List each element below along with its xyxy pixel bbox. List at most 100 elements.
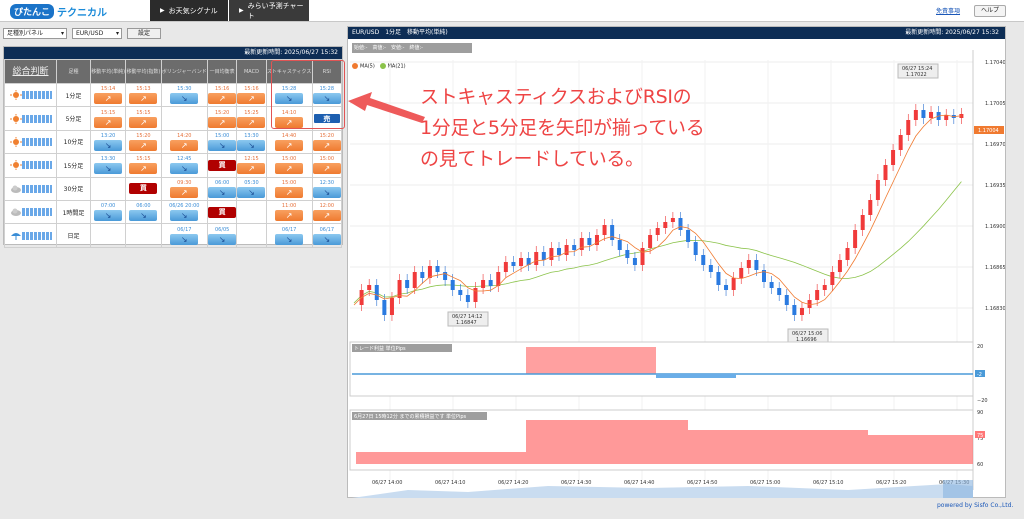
arrow-up-icon[interactable]: ↗ xyxy=(170,186,199,198)
header-0[interactable]: 総合判断 xyxy=(4,59,57,84)
arrow-down-icon[interactable]: ↘ xyxy=(237,139,266,151)
candle xyxy=(716,272,721,285)
arrow-down-icon[interactable]: ↘ xyxy=(170,233,199,245)
candle xyxy=(374,285,379,300)
arrow-up-icon[interactable]: ↗ xyxy=(275,210,304,222)
arrow-down-icon[interactable]: ↘ xyxy=(94,139,123,151)
candle xyxy=(929,112,934,118)
signal-row: 日足 06/17 ↘ 06/05 ↘ 06/17 ↘ 06/17 ↘ xyxy=(4,223,343,248)
signal-time: 06:00 xyxy=(136,203,151,210)
signal-time: 05:30 xyxy=(244,179,259,186)
arrow-up-icon[interactable]: ↗ xyxy=(275,139,304,151)
strength-bars xyxy=(21,208,52,217)
candle xyxy=(746,260,751,268)
signal-time: 13:30 xyxy=(100,156,116,163)
arrow-down-icon[interactable]: ↘ xyxy=(170,163,199,175)
signal-cell: 15:20 ↗ xyxy=(311,129,343,155)
arrow-down-icon[interactable]: ↘ xyxy=(275,233,304,245)
signal-time: 13:30 xyxy=(244,132,259,139)
play-icon: ▶ xyxy=(160,7,165,14)
time-tick: 06/27 15:10 xyxy=(813,480,843,486)
arrow-down-icon[interactable]: ↘ xyxy=(94,163,123,175)
signal-time: 11:00 xyxy=(281,203,297,210)
candle xyxy=(511,262,516,266)
arrow-down-icon[interactable]: ↘ xyxy=(208,186,237,198)
time-tick: 06/27 15:00 xyxy=(750,480,780,486)
highlight-box xyxy=(271,60,345,129)
arrow-up-icon[interactable]: ↗ xyxy=(94,93,123,105)
arrow-down-icon[interactable]: ↘ xyxy=(170,210,199,222)
app-logo[interactable]: ぴたんこ テクニカル xyxy=(10,3,132,19)
signal-time: 15:00 xyxy=(281,156,297,163)
weather-cell xyxy=(4,82,57,108)
signal-time: 15:25 xyxy=(244,109,259,116)
set-button[interactable]: 設定 xyxy=(127,28,161,39)
header-3: 移動平均(指数) xyxy=(125,59,162,84)
signal-cell xyxy=(236,223,267,248)
panel-type-select[interactable]: 足種別パネル xyxy=(3,28,67,39)
signal-cell: 15:00 ↘ xyxy=(206,129,238,155)
candle xyxy=(860,215,865,230)
arrow-up-icon[interactable]: ↗ xyxy=(129,93,158,105)
arrow-up-icon[interactable]: ↗ xyxy=(170,139,199,151)
buy-signal[interactable]: 買 xyxy=(208,159,237,171)
candle xyxy=(883,165,888,180)
timeframe-label: 5分足 xyxy=(56,106,91,131)
buy-signal[interactable]: 買 xyxy=(208,206,237,218)
arrow-up-icon[interactable]: ↗ xyxy=(312,139,341,151)
signal-cell: 15:16 ↗ xyxy=(236,82,267,108)
arrow-up-icon[interactable]: ↗ xyxy=(275,186,304,198)
nav-weather-signal[interactable]: ▶ お天気シグナル xyxy=(150,0,228,21)
callout-price: 1.17022 xyxy=(906,72,927,78)
arrow-down-icon[interactable]: ↘ xyxy=(208,233,237,245)
candle xyxy=(632,258,637,265)
sun-icon xyxy=(9,136,22,147)
sub2-tick: 90 xyxy=(977,410,983,416)
signal-time: 12:00 xyxy=(319,203,335,210)
signal-cell: 15:20 ↗ xyxy=(206,106,238,131)
signal-cell xyxy=(89,176,127,201)
arrow-up-icon[interactable]: ↗ xyxy=(237,93,266,105)
arrow-up-icon[interactable]: ↗ xyxy=(237,116,266,128)
arrow-up-icon[interactable]: ↗ xyxy=(208,93,237,105)
candle xyxy=(519,258,524,266)
signal-cell: 06/26 20:00 ↘ xyxy=(160,199,209,225)
arrow-up-icon[interactable]: ↗ xyxy=(312,210,341,222)
nav-weather-label: お天気シグナル xyxy=(168,6,218,15)
sub1-tick: −20 xyxy=(977,398,988,404)
arrow-down-icon[interactable]: ↘ xyxy=(237,186,266,198)
signal-time: 15:16 xyxy=(244,86,259,93)
arrow-down-icon[interactable]: ↘ xyxy=(208,139,237,151)
arrow-up-icon[interactable]: ↗ xyxy=(312,163,341,175)
arrow-up-icon[interactable]: ↗ xyxy=(237,163,266,175)
buy-signal[interactable]: 買 xyxy=(129,183,158,195)
nav-forecast-chart[interactable]: ▶ みらい予測チャート xyxy=(229,0,309,21)
chart-title: EUR/USD 1分足 移動平均(単純) xyxy=(352,29,448,36)
arrow-down-icon[interactable]: ↘ xyxy=(129,210,158,222)
candle xyxy=(853,230,858,248)
weather-cell xyxy=(4,153,57,178)
signal-cell: 15:15 ↗ xyxy=(89,106,127,131)
arrow-up-icon[interactable]: ↗ xyxy=(275,163,304,175)
arrow-up-icon[interactable]: ↗ xyxy=(94,116,123,128)
arrow-down-icon[interactable]: ↘ xyxy=(94,210,123,222)
currency-pair-select[interactable]: EUR/USD xyxy=(72,28,122,39)
signal-cell: 14:20 ↗ xyxy=(160,129,209,155)
arrow-up-icon[interactable]: ↗ xyxy=(129,116,158,128)
timeframe-label: 10分足 xyxy=(56,129,91,155)
annotation-note: ストキャスティクスおよびRSIの 1分足と5分足を矢印が揃っている の見てトレー… xyxy=(420,82,705,175)
candle xyxy=(541,252,546,260)
arrow-down-icon[interactable]: ↘ xyxy=(312,233,341,245)
signal-cell: 13:30 ↘ xyxy=(89,153,127,178)
arrow-down-icon[interactable]: ↘ xyxy=(312,186,341,198)
signal-time: 15:15 xyxy=(136,109,151,116)
arrow-up-icon[interactable]: ↗ xyxy=(129,163,158,175)
disclaimer-link[interactable]: 免責事項 xyxy=(936,6,960,15)
help-button[interactable]: ヘルプ xyxy=(974,5,1006,17)
arrow-up-icon[interactable]: ↗ xyxy=(129,139,158,151)
arrow-down-icon[interactable]: ↘ xyxy=(170,93,199,105)
arrow-up-icon[interactable]: ↗ xyxy=(208,116,237,128)
candle xyxy=(534,252,539,265)
signal-time: 15:20 xyxy=(136,132,151,139)
timeframe-label: 30分足 xyxy=(56,176,91,201)
